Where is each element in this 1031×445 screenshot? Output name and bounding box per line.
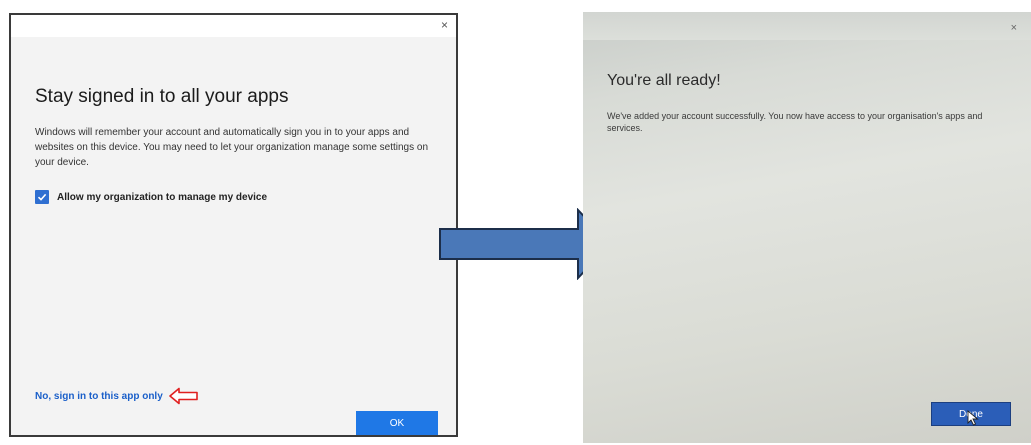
sign-in-app-only-row: No, sign in to this app only bbox=[35, 387, 199, 405]
close-icon[interactable]: × bbox=[1011, 22, 1017, 34]
dialog-description: We've added your account successfully. Y… bbox=[607, 111, 983, 133]
manage-device-option[interactable]: Allow my organization to manage my devic… bbox=[35, 190, 267, 204]
dialog-title: Stay signed in to all your apps bbox=[35, 86, 289, 107]
left-arrow-annotation-icon bbox=[168, 387, 198, 405]
close-icon[interactable]: × bbox=[441, 18, 448, 32]
screenshot-stage: × Stay signed in to all your apps Window… bbox=[0, 0, 1031, 445]
dialog-titlebar: × bbox=[583, 12, 1031, 40]
ok-button[interactable]: OK bbox=[356, 411, 438, 435]
checkmark-icon bbox=[37, 193, 47, 201]
manage-device-label: Allow my organization to manage my devic… bbox=[57, 191, 268, 203]
stay-signed-in-dialog: × Stay signed in to all your apps Window… bbox=[9, 13, 458, 437]
all-ready-dialog: × You're all ready! We've added your acc… bbox=[583, 12, 1031, 443]
dialog-title: You're all ready! bbox=[607, 72, 721, 89]
sign-in-app-only-link[interactable]: No, sign in to this app only bbox=[35, 391, 163, 402]
dialog-titlebar: × bbox=[11, 15, 456, 37]
manage-device-checkbox[interactable] bbox=[35, 190, 49, 204]
mouse-pointer-icon bbox=[967, 410, 979, 426]
dialog-description: Windows will remember your account and a… bbox=[35, 127, 429, 168]
